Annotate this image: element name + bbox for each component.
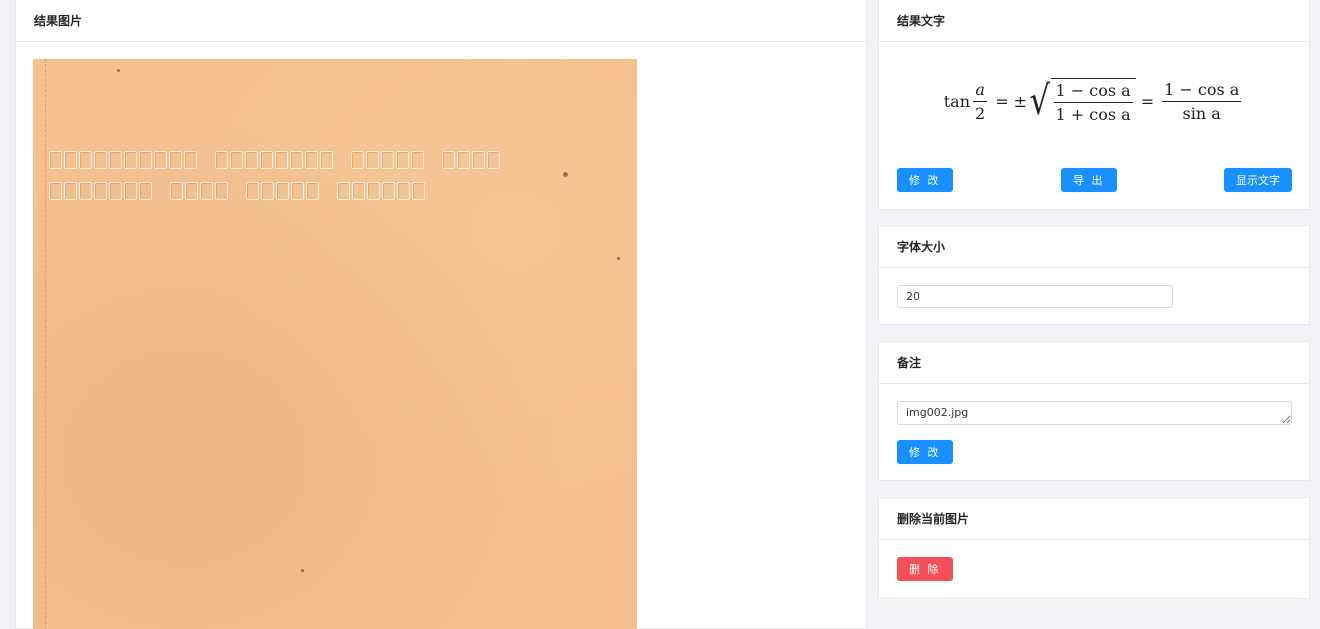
formula-fraction-sqrt: 1 − cos a 1 + cos a <box>1053 81 1133 124</box>
paper-speck <box>617 257 620 260</box>
paper-speck <box>117 69 120 72</box>
braille-cell <box>291 182 304 200</box>
result-image-card: 结果图片 <box>15 0 867 629</box>
braille-cell <box>64 151 77 169</box>
braille-cell <box>154 151 167 169</box>
braille-cell <box>230 151 243 169</box>
braille-cell <box>381 151 394 169</box>
braille-cell <box>351 151 364 169</box>
braille-cell <box>139 151 152 169</box>
braille-cell <box>200 182 213 200</box>
braille-cell <box>276 182 289 200</box>
formula-rhs-numerator: 1 − cos a <box>1162 80 1242 102</box>
braille-cell <box>366 151 379 169</box>
result-text-card: 结果文字 tan a 2 = ± √ 1 − cos a 1 + cos a =… <box>878 0 1310 210</box>
braille-scan-image <box>33 59 637 629</box>
formula-plus-minus: ± <box>1013 91 1027 111</box>
braille-cell <box>94 182 107 200</box>
formula-fraction-rhs: 1 − cos a sin a <box>1162 80 1242 123</box>
delete-button[interactable]: 删 除 <box>897 557 953 581</box>
braille-cell <box>260 151 273 169</box>
braille-cell <box>109 182 122 200</box>
font-size-input[interactable] <box>897 285 1173 308</box>
remark-title: 备注 <box>879 342 1309 384</box>
braille-cell <box>442 151 455 169</box>
braille-line <box>49 149 502 171</box>
braille-cell <box>170 182 183 200</box>
braille-cell <box>124 182 137 200</box>
paper-edge-line <box>45 59 47 629</box>
paper-speck <box>563 172 568 177</box>
braille-cell <box>64 182 77 200</box>
braille-cell <box>396 151 409 169</box>
braille-cell <box>457 151 470 169</box>
braille-cell <box>290 151 303 169</box>
remark-textarea[interactable]: img002.jpg <box>897 401 1292 425</box>
remark-card: 备注 img002.jpg 修 改 <box>878 341 1310 481</box>
braille-cell <box>487 151 500 169</box>
braille-cell <box>261 182 274 200</box>
delete-image-card: 删除当前图片 删 除 <box>878 497 1310 599</box>
braille-cell <box>337 182 350 200</box>
braille-cell <box>124 151 137 169</box>
export-button[interactable]: 导 出 <box>1061 168 1117 192</box>
formula-sqrt-numerator: 1 − cos a <box>1053 81 1133 103</box>
formula-func: tan <box>943 91 970 111</box>
font-size-title: 字体大小 <box>879 226 1309 268</box>
math-formula: tan a 2 = ± √ 1 − cos a 1 + cos a = 1 − … <box>879 56 1309 146</box>
formula-fraction-lhs: a 2 <box>973 80 987 123</box>
formula-rhs-denominator: sin a <box>1182 103 1221 123</box>
braille-cell <box>411 151 424 169</box>
font-size-card: 字体大小 <box>878 225 1310 325</box>
braille-cell <box>305 151 318 169</box>
braille-cell <box>412 182 425 200</box>
braille-cell <box>245 151 258 169</box>
braille-cell <box>352 182 365 200</box>
paper-speck <box>301 569 304 572</box>
braille-cell <box>397 182 410 200</box>
braille-cell <box>320 151 333 169</box>
show-text-button[interactable]: 显示文字 <box>1224 168 1292 192</box>
braille-cell <box>215 182 228 200</box>
braille-cell <box>49 182 62 200</box>
braille-cell <box>94 151 107 169</box>
braille-line <box>49 180 427 202</box>
result-image-title: 结果图片 <box>16 0 866 42</box>
braille-cell <box>275 151 288 169</box>
formula-lhs-numerator: a <box>973 80 987 102</box>
braille-cell <box>139 182 152 200</box>
formula-equals: = <box>1140 91 1155 111</box>
edit-remark-button[interactable]: 修 改 <box>897 440 953 464</box>
formula-sqrt: √ 1 − cos a 1 + cos a <box>1027 78 1136 124</box>
braille-cell <box>169 151 182 169</box>
braille-cell <box>49 151 62 169</box>
braille-cell <box>215 151 228 169</box>
formula-equals: = <box>995 91 1009 111</box>
braille-cell <box>79 182 92 200</box>
braille-cell <box>246 182 259 200</box>
braille-cell <box>382 182 395 200</box>
delete-image-title: 删除当前图片 <box>879 498 1309 540</box>
sqrt-sign-icon: √ <box>1029 78 1050 124</box>
braille-cell <box>109 151 122 169</box>
formula-lhs-denominator: 2 <box>975 103 986 123</box>
result-text-title: 结果文字 <box>879 0 1309 42</box>
formula-sqrt-denominator: 1 + cos a <box>1055 105 1131 124</box>
edit-result-button[interactable]: 修 改 <box>897 168 953 192</box>
braille-cell <box>185 182 198 200</box>
braille-cell <box>472 151 485 169</box>
braille-cell <box>184 151 197 169</box>
braille-cell <box>79 151 92 169</box>
braille-cell <box>306 182 319 200</box>
formula-radicand: 1 − cos a 1 + cos a <box>1050 78 1136 124</box>
braille-cell <box>367 182 380 200</box>
